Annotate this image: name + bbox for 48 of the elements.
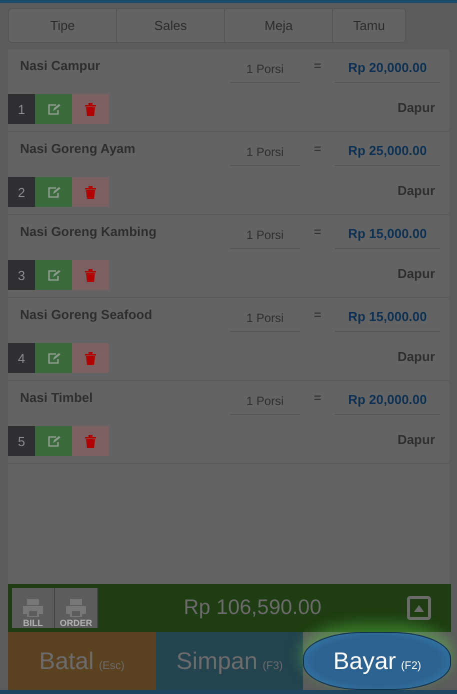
print-button[interactable]: BILL (12, 588, 55, 628)
print-button[interactable]: ORDER (55, 588, 98, 628)
delete-button[interactable] (72, 94, 109, 124)
trash-icon (85, 102, 96, 116)
delete-button[interactable] (72, 426, 109, 456)
tab[interactable]: Tamu (333, 9, 405, 42)
action-button[interactable]: Batal (Esc) (8, 632, 156, 690)
total-amount: Rp 106,590.00 (182, 596, 322, 620)
item-number: 1 (8, 94, 35, 124)
price: Rp 20,000.00 (335, 390, 440, 415)
printer-icon (22, 598, 44, 618)
action-button[interactable]: Simpan (F3) (156, 632, 304, 690)
tab[interactable]: Meja (225, 9, 334, 42)
price: Rp 25,000.00 (335, 141, 440, 166)
trash-icon (85, 434, 96, 448)
equals-sign: = (312, 224, 322, 239)
price: Rp 15,000.00 (335, 224, 440, 249)
equals-sign: = (312, 390, 322, 405)
item-number: 4 (8, 343, 35, 373)
item-number: 5 (8, 426, 35, 456)
edit-button[interactable] (35, 426, 72, 456)
expand-button[interactable] (407, 596, 431, 620)
equals-sign: = (312, 141, 322, 156)
edit-button[interactable] (35, 94, 72, 124)
item-number: 3 (8, 260, 35, 290)
tab[interactable]: Sales (117, 9, 226, 42)
delete-button[interactable] (72, 343, 109, 373)
edit-icon (46, 102, 60, 116)
up-arrow-icon (414, 604, 424, 612)
edit-icon (46, 434, 60, 448)
edit-button[interactable] (35, 343, 72, 373)
equals-sign: = (312, 307, 322, 322)
item-number: 2 (8, 177, 35, 207)
edit-button[interactable] (35, 177, 72, 207)
edit-button[interactable] (35, 260, 72, 290)
trash-icon (85, 268, 96, 282)
trash-icon (85, 186, 96, 198)
equals-sign: = (312, 58, 322, 73)
delete-button[interactable] (72, 177, 109, 207)
price: Rp 20,000.00 (335, 58, 440, 83)
edit-icon (46, 352, 60, 364)
trash-icon (85, 352, 96, 364)
delete-button[interactable] (72, 260, 109, 290)
price: Rp 15,000.00 (335, 307, 440, 332)
edit-icon (46, 268, 60, 282)
action-button[interactable]: Bayar (F2) (303, 632, 452, 690)
edit-icon (46, 186, 60, 198)
printer-icon (65, 598, 87, 618)
